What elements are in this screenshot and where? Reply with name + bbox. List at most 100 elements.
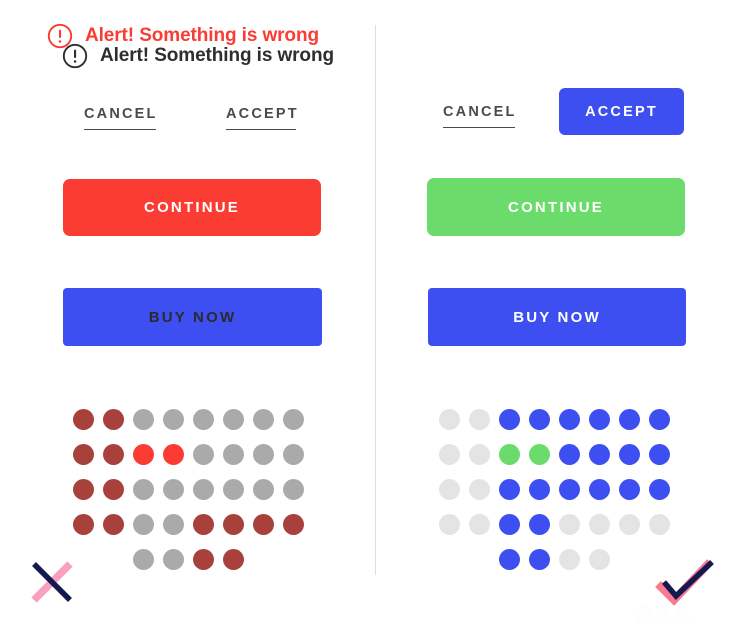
color-dot bbox=[283, 444, 304, 465]
dot-cell bbox=[103, 542, 133, 577]
color-dot bbox=[163, 444, 184, 465]
dot-cell bbox=[193, 472, 223, 507]
dot-cell bbox=[439, 507, 469, 542]
dot-cell bbox=[193, 402, 223, 437]
dot-placeholder bbox=[103, 549, 124, 570]
color-dot bbox=[589, 549, 610, 570]
dot-placeholder bbox=[253, 549, 274, 570]
dot-cell bbox=[283, 507, 313, 542]
dot-cell bbox=[133, 437, 163, 472]
color-dot bbox=[133, 409, 154, 430]
left-continue-button[interactable]: CONTINUE bbox=[63, 179, 321, 236]
right-buy-now-button[interactable]: BUY NOW bbox=[428, 288, 686, 346]
color-dot bbox=[559, 444, 580, 465]
dot-placeholder bbox=[469, 549, 490, 570]
left-accept-link[interactable]: ACCEPT bbox=[226, 106, 299, 130]
dot-cell bbox=[223, 402, 253, 437]
color-dot bbox=[223, 549, 244, 570]
dot-cell bbox=[103, 472, 133, 507]
color-dot bbox=[559, 479, 580, 500]
color-dot bbox=[133, 549, 154, 570]
dot-cell bbox=[589, 472, 619, 507]
left-cancel-link[interactable]: CANCEL bbox=[84, 106, 158, 130]
color-dot bbox=[559, 549, 580, 570]
alert-circle-exclamation-icon bbox=[47, 23, 73, 49]
color-dot bbox=[649, 444, 670, 465]
right-alert-banner: Alert! Something is wrong bbox=[47, 23, 319, 49]
dot-cell bbox=[649, 472, 679, 507]
dot-placeholder bbox=[439, 549, 460, 570]
color-dot bbox=[73, 409, 94, 430]
color-dot bbox=[73, 444, 94, 465]
right-accept-label: ACCEPT bbox=[585, 103, 658, 120]
dot-cell bbox=[619, 437, 649, 472]
color-dot bbox=[163, 409, 184, 430]
dot-cell bbox=[499, 507, 529, 542]
right-cancel-underline bbox=[443, 127, 515, 128]
color-dot bbox=[163, 479, 184, 500]
dot-cell bbox=[163, 437, 193, 472]
color-dot bbox=[133, 479, 154, 500]
left-buy-now-button[interactable]: BUY NOW bbox=[63, 288, 322, 346]
color-dot bbox=[499, 444, 520, 465]
color-dot bbox=[223, 479, 244, 500]
color-dot bbox=[283, 479, 304, 500]
color-dot bbox=[193, 549, 214, 570]
dot-cell bbox=[559, 402, 589, 437]
color-dot bbox=[469, 409, 490, 430]
color-dot bbox=[499, 479, 520, 500]
dot-cell bbox=[223, 542, 253, 577]
dot-cell bbox=[133, 402, 163, 437]
color-dot bbox=[193, 409, 214, 430]
color-dot bbox=[103, 479, 124, 500]
dot-cell bbox=[469, 402, 499, 437]
dot-cell bbox=[589, 402, 619, 437]
color-dot bbox=[529, 479, 550, 500]
color-dot bbox=[103, 514, 124, 535]
left-cancel-label: CANCEL bbox=[84, 106, 158, 122]
right-cancel-link[interactable]: CANCEL bbox=[443, 104, 517, 128]
dot-cell bbox=[73, 472, 103, 507]
color-dot bbox=[469, 514, 490, 535]
dot-cell bbox=[589, 437, 619, 472]
color-dot bbox=[529, 549, 550, 570]
color-dot bbox=[619, 479, 640, 500]
color-dot bbox=[559, 409, 580, 430]
dot-cell bbox=[103, 507, 133, 542]
color-dot bbox=[253, 514, 274, 535]
dot-cell bbox=[223, 437, 253, 472]
left-buy-now-label: BUY NOW bbox=[148, 308, 237, 326]
dot-cell bbox=[589, 507, 619, 542]
color-dot bbox=[193, 479, 214, 500]
dot-cell bbox=[223, 472, 253, 507]
dot-cell bbox=[253, 437, 283, 472]
color-dot bbox=[193, 514, 214, 535]
dot-cell bbox=[589, 542, 619, 577]
color-dot bbox=[133, 444, 154, 465]
left-continue-label: CONTINUE bbox=[144, 199, 240, 216]
left-variant-panel: Alert! Something is wrong CANCEL ACCEPT … bbox=[0, 0, 375, 630]
dot-cell bbox=[193, 542, 223, 577]
color-dot bbox=[439, 479, 460, 500]
dot-cell bbox=[193, 507, 223, 542]
dot-cell bbox=[469, 472, 499, 507]
dot-cell bbox=[559, 437, 589, 472]
color-dot bbox=[133, 514, 154, 535]
right-continue-button[interactable]: CONTINUE bbox=[427, 178, 685, 236]
dot-cell bbox=[559, 542, 589, 577]
color-dot bbox=[649, 479, 670, 500]
dot-cell bbox=[529, 542, 559, 577]
color-dot bbox=[163, 514, 184, 535]
right-accept-button[interactable]: ACCEPT bbox=[559, 88, 684, 135]
dot-cell bbox=[133, 472, 163, 507]
color-dot bbox=[223, 444, 244, 465]
color-dot bbox=[619, 409, 640, 430]
dot-cell bbox=[163, 402, 193, 437]
dot-cell bbox=[253, 542, 283, 577]
dot-cell bbox=[133, 542, 163, 577]
dot-placeholder bbox=[283, 549, 304, 570]
color-dot bbox=[163, 549, 184, 570]
right-alert-text: Alert! Something is wrong bbox=[85, 25, 319, 46]
color-dot bbox=[589, 514, 610, 535]
color-dot bbox=[559, 514, 580, 535]
